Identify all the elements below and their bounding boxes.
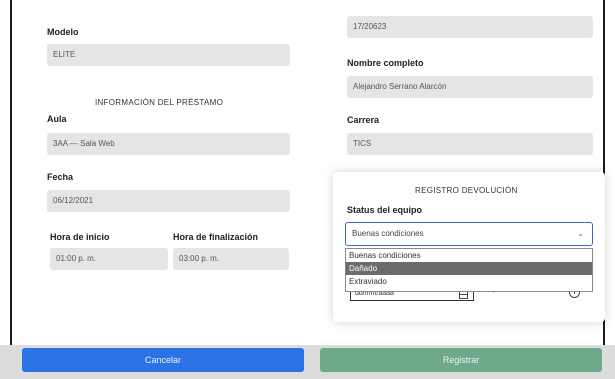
carrera-label: Carrera [347, 115, 380, 125]
carrera-field[interactable]: TICS [347, 133, 593, 155]
return-title: REGISTRO DEVOLUCIÓN [415, 186, 518, 195]
status-option-good[interactable]: Buenas condiciones [346, 249, 592, 262]
hora-inicio-label: Hora de inicio [50, 232, 110, 242]
status-label: Status del equipo [347, 205, 423, 215]
matricula-field[interactable]: 17/20623 [347, 16, 593, 38]
status-option-lost[interactable]: Extraviado [346, 275, 592, 288]
loan-info-title: INFORMACIÓN DEL PRÉSTAMO [95, 98, 224, 107]
calendar-icon[interactable] [459, 291, 468, 299]
status-dropdown: Buenas condiciones Dañado Extraviado [345, 248, 593, 292]
modelo-field[interactable]: ELITE [47, 44, 290, 66]
nombre-label: Nombre completo [347, 58, 424, 68]
status-select[interactable]: Buenas condiciones ⌄ [345, 222, 593, 246]
fecha-label: Fecha [47, 172, 74, 182]
status-option-damaged[interactable]: Dañado [346, 262, 592, 275]
aula-label: Aula [47, 114, 67, 124]
status-selected-value: Buenas condiciones [352, 229, 424, 238]
hora-fin-label: Hora de finalización [173, 232, 259, 242]
cancel-button[interactable]: Cancelar [22, 348, 304, 372]
aula-field[interactable]: 3AA — Sala Web [47, 133, 290, 155]
hora-inicio-field[interactable]: 01:00 p. m. [50, 248, 168, 270]
chevron-down-icon: ⌄ [577, 229, 584, 238]
hora-fin-field[interactable]: 03:00 p. m. [173, 248, 289, 270]
modelo-label: Modelo [47, 27, 79, 37]
register-button[interactable]: Registrar [320, 348, 602, 372]
fecha-field[interactable]: 06/12/2021 [47, 190, 290, 212]
nombre-field[interactable]: Alejandro Serrano Alarcón [347, 76, 593, 98]
